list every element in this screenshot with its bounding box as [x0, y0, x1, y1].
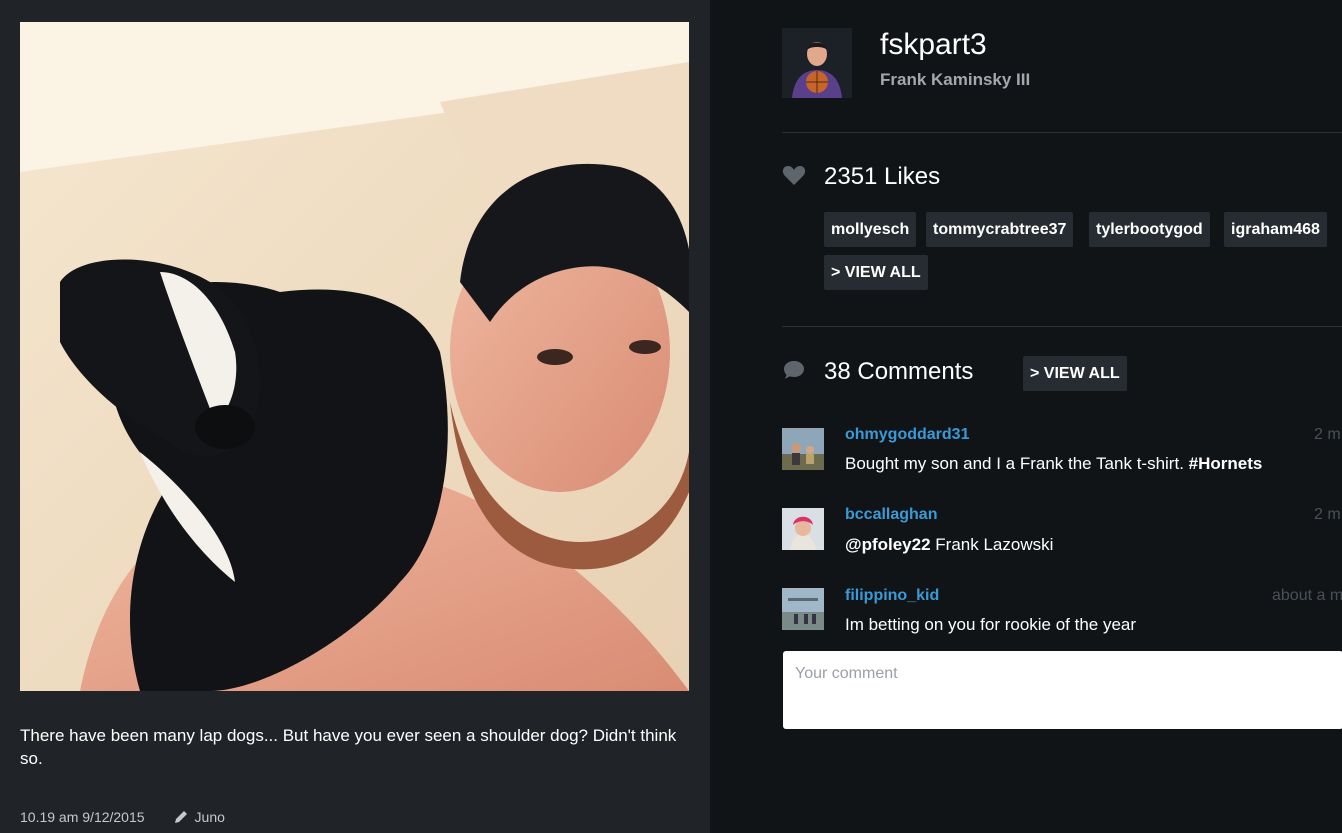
post-photo[interactable] — [20, 22, 689, 691]
comment-hashtag[interactable]: #Hornets — [1189, 454, 1263, 473]
comment-time: about a m — [1272, 587, 1342, 604]
post-media-panel: There have been many lap dogs... But hav… — [0, 0, 710, 833]
profile-username[interactable]: fskpart3 — [880, 28, 987, 62]
post-meta: 10.19 am 9/12/2015 Juno — [20, 809, 225, 825]
comment-username[interactable]: filippino_kid — [845, 587, 939, 605]
post-filter: Juno — [194, 809, 225, 825]
comment-body: Im betting on you for rookie of the year — [845, 615, 1137, 634]
comment-text: @pfoley22 Frank Lazowski — [845, 535, 1053, 555]
liker-chip[interactable]: tommycrabtree37 — [926, 212, 1074, 247]
comment-text: Bought my son and I a Frank the Tank t-s… — [845, 454, 1262, 474]
pencil-icon — [173, 809, 189, 825]
comment-username[interactable]: bccallaghan — [845, 506, 937, 524]
likes-count: 2351 Likes — [824, 163, 941, 190]
divider — [782, 326, 1342, 327]
comments-view-all-button[interactable]: > VIEW ALL — [1023, 356, 1127, 391]
heart-icon[interactable] — [782, 164, 806, 191]
comments-count: 38 Comments — [824, 358, 974, 385]
liker-chip[interactable]: tylerbootygod — [1089, 212, 1210, 247]
commenter-avatar[interactable] — [782, 428, 824, 470]
commenter-avatar[interactable] — [782, 508, 824, 550]
comment-bubble-icon — [782, 359, 806, 386]
post-timestamp: 10.19 am 9/12/2015 — [20, 809, 145, 825]
post-details-panel: fskpart3 Frank Kaminsky III 2351 Likes m… — [710, 0, 1342, 833]
profile-avatar[interactable] — [782, 28, 852, 98]
liker-chip[interactable]: mollyesch — [824, 212, 917, 247]
liker-chip[interactable]: igraham468 — [1224, 212, 1327, 247]
divider — [782, 132, 1342, 133]
comment-time: 2 m — [1314, 426, 1341, 443]
post-caption: There have been many lap dogs... But hav… — [20, 726, 677, 768]
likes-header: 2351 Likes — [782, 163, 940, 191]
photo-illustration — [20, 22, 689, 691]
profile-full-name: Frank Kaminsky III — [880, 70, 1031, 89]
comment-body: Frank Lazowski — [935, 535, 1054, 554]
comment-input[interactable] — [783, 651, 1342, 729]
comments-header: 38 Comments — [782, 358, 973, 386]
comment-mention[interactable]: @pfoley22 — [845, 535, 931, 554]
commenter-avatar[interactable] — [782, 588, 824, 630]
comment-body: Bought my son and I a Frank the Tank t-s… — [845, 454, 1184, 473]
comment-username[interactable]: ohmygoddard31 — [845, 426, 969, 444]
comment-time: 2 m — [1314, 506, 1341, 523]
likes-view-all-button[interactable]: > VIEW ALL — [824, 255, 928, 290]
comment-text: Im betting on you for rookie of the year — [845, 615, 1136, 635]
